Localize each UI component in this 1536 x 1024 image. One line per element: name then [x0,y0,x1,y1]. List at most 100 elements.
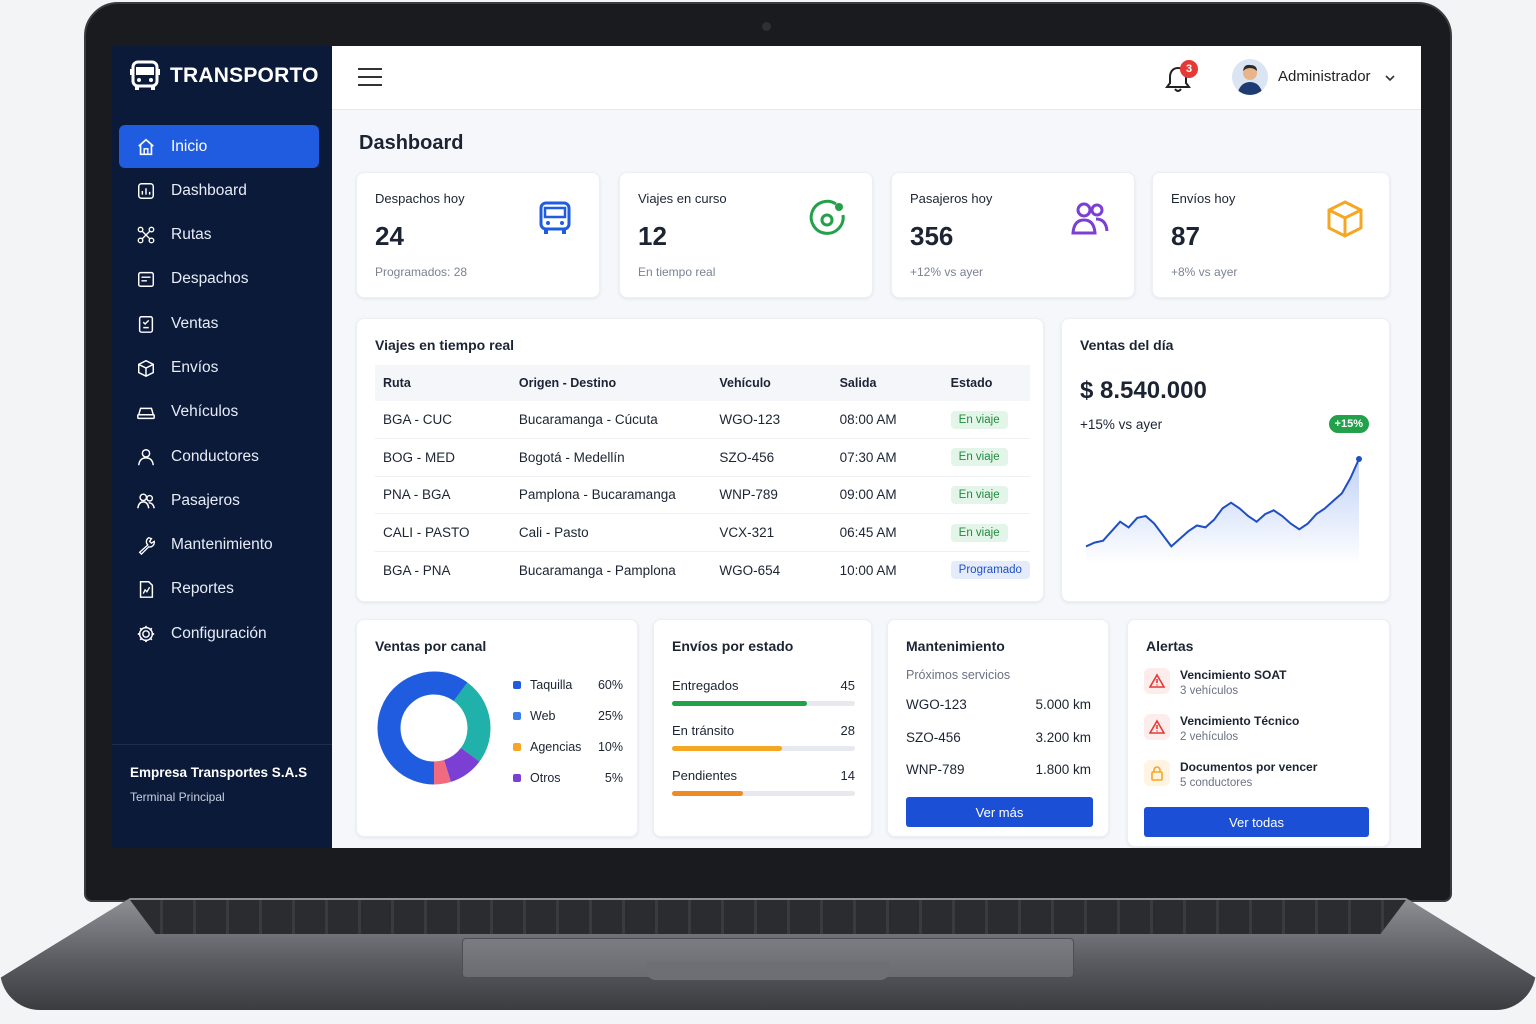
column-header: Estado [942,365,1030,401]
sidebar-item-configuracion[interactable]: Configuración [119,612,319,655]
column-header: Vehículo [711,365,832,401]
alert-title: Vencimiento Técnico [1180,714,1300,728]
kpi-card-envios[interactable]: Envíos hoy 87 +8% vs ayer [1152,172,1390,298]
sidebar-item-pasajeros[interactable]: Pasajeros [119,479,319,522]
kpi-card-despachos[interactable]: Despachos hoy 24 Programados: 28 [356,172,600,298]
package-icon [135,357,157,379]
driver-icon [135,446,157,468]
maintenance-vehicle: SZO-456 [906,729,961,745]
maintenance-row: WGO-123 5.000 km [906,697,1091,712]
table-cell: 06:45 AM [831,513,943,552]
sidebar-item-ventas[interactable]: Ventas [119,302,319,345]
legend-item: Otros 5% [513,771,623,785]
maintenance-km: 5.000 km [1035,697,1091,712]
home-icon [135,136,157,158]
sidebar-item-inicio[interactable]: Inicio [119,125,319,168]
legend-swatch [513,774,521,782]
trips-title: Viajes en tiempo real [375,337,515,353]
alert-item[interactable]: Documentos por vencer 5 conductores [1144,760,1317,789]
table-cell: Cali - Pasto [510,513,712,552]
see-more-button[interactable]: Ver más [906,797,1093,827]
see-all-button[interactable]: Ver todas [1144,807,1369,837]
legend-swatch [513,743,521,751]
user-name[interactable]: Administrador [1278,68,1371,85]
chevron-down-icon[interactable] [1384,72,1396,84]
maintenance-row: SZO-456 3.200 km [906,730,1091,745]
brand-name: TRANSPORTO [170,64,319,87]
kpi-card-pasajeros[interactable]: Pasajeros hoy 356 +12% vs ayer [891,172,1135,298]
table-cell: BGA - CUC [375,401,511,440]
avatar[interactable] [1232,59,1268,95]
shipment-status-row: En tránsito 28 [672,723,855,751]
table-row[interactable]: BOG - MED Bogotá - Medellín SZO-456 07:30 A… [375,438,1030,477]
table-row[interactable]: PNA - BGA Pamplona - Bucaramanga WNP-789 09… [375,476,1030,515]
sidebar-item-despachos[interactable]: Despachos [119,258,319,301]
table-cell: PNA - BGA [375,476,511,515]
table-header-row: Ruta Origen - Destino Vehículo Salida Estado [375,365,1030,401]
sidebar: TRANSPORTO Inicio Dashboard Rutas Despachos… [112,46,332,848]
alert-subtitle: 3 vehículos [1180,685,1239,697]
table-cell: Bucaramanga - Cúcuta [510,401,712,440]
gear-icon [135,623,157,645]
kpi-sub: En tiempo real [638,265,716,279]
kpi-sub: Programados: 28 [375,265,468,279]
legend-label: Otros [530,771,561,785]
channels-donut-chart [377,671,491,785]
shipments-card: Envíos por estado Entregados 45 En tránsit… [653,619,872,837]
table-cell: Pamplona - Bucaramanga [510,476,712,515]
trend-area [1086,459,1359,564]
table-cell: VCX-321 [711,513,832,552]
sidebar-item-label: Ventas [171,314,219,332]
column-header: Origen - Destino [510,365,712,401]
sales-amount: $ 8.540.000 [1080,377,1207,404]
sidebar-item-mantenimiento[interactable]: Mantenimiento [119,524,319,567]
terminal-name: Terminal Principal [130,790,225,804]
trips-card: Viajes en tiempo real Ruta Origen - Desti… [356,318,1044,602]
maintenance-vehicle: WNP-789 [906,762,965,777]
table-cell: SZO-456 [711,438,832,477]
alert-title: Vencimiento SOAT [1180,668,1287,682]
sidebar-item-label: Rutas [171,226,212,244]
table-row[interactable]: BGA - PNA Bucaramanga - Pamplona WGO-654 10… [375,551,1030,589]
channels-card: Ventas por canal Taquilla 60% Web 25% Agenci… [356,619,638,837]
sidebar-item-label: Dashboard [171,181,247,199]
maintenance-subtitle: Próximos servicios [906,668,1011,682]
page-title: Dashboard [359,132,464,154]
trend-end-point [1356,456,1362,462]
sales-day-title: Ventas del día [1080,337,1174,353]
kpi-label: Viajes en curso [638,191,727,206]
sidebar-item-conductores[interactable]: Conductores [119,435,319,478]
table-row[interactable]: CALI - PASTO Cali - Pasto VCX-321 06:45 AM E… [375,513,1030,552]
shipment-status-label: Pendientes [672,768,738,783]
route-icon [135,224,157,246]
topbar: 3 Administrador [332,46,1421,110]
sidebar-item-rutas[interactable]: Rutas [119,214,319,257]
table-cell: BOG - MED [375,438,511,477]
sidebar-item-vehiculos[interactable]: Vehículos [119,391,319,434]
table-cell: 08:00 AM [831,401,943,440]
alert-item[interactable]: Vencimiento Técnico 2 vehículos [1144,714,1299,743]
keyboard [130,900,1406,934]
progress-track [672,791,855,796]
notification-badge: 3 [1180,60,1198,78]
sidebar-item-reportes[interactable]: Reportes [119,568,319,611]
menu-toggle-icon[interactable] [358,68,382,88]
legend-value: 10% [597,740,623,754]
status-cell: En viaje [942,476,1030,515]
sidebar-item-dashboard[interactable]: Dashboard [119,169,319,212]
bus-icon [539,201,571,234]
table-cell: Bucaramanga - Pamplona [518,562,676,578]
shipment-status-row: Pendientes 14 [672,768,855,796]
sidebar-item-label: Conductores [171,447,259,465]
sales-day-card: Ventas del día $ 8.540.000 +15% vs ayer … [1061,318,1390,602]
table-row[interactable]: BGA - CUC Bucaramanga - Cúcuta WGO-123 08:0… [375,401,1030,440]
progress-track [672,701,855,706]
brand[interactable]: TRANSPORTO [130,60,319,92]
kpi-card-viajes[interactable]: Viajes en curso 12 En tiempo real [619,172,873,298]
sidebar-item-envios[interactable]: Envíos [119,346,319,389]
kpi-value: 87 [1171,221,1200,251]
sidebar-item-label: Envíos [171,358,219,376]
kpi-value: 12 [638,221,667,251]
channels-title: Ventas por canal [375,638,487,654]
alert-item[interactable]: Vencimiento SOAT 3 vehículos [1144,668,1286,697]
